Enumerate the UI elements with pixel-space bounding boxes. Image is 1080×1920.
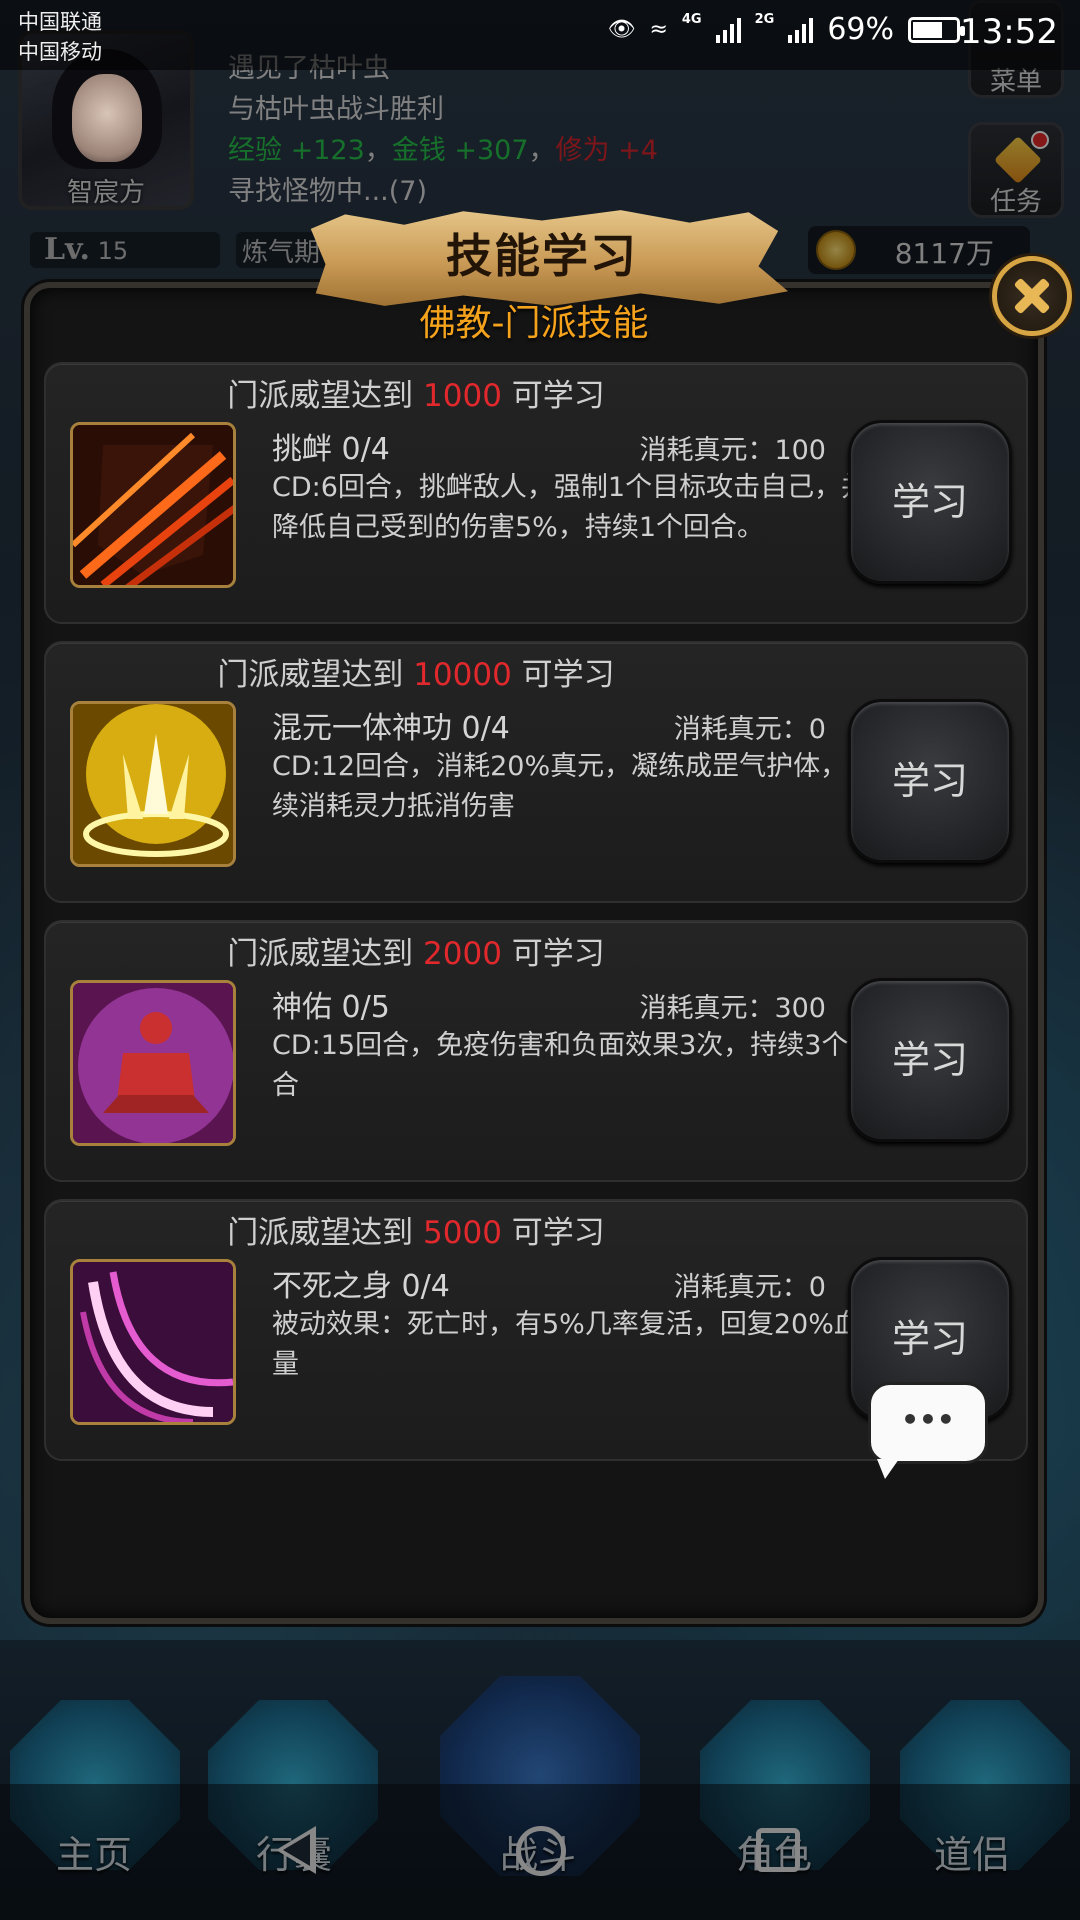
- battery-fill: [913, 21, 942, 38]
- skill-requirement: 门派威望达到 2000 可学习: [46, 928, 786, 973]
- skill-cost: 消耗真元：300: [639, 993, 826, 1024]
- golden-aura-icon: [70, 701, 236, 867]
- req-suffix: 可学习: [501, 378, 605, 414]
- req-prefix: 门派威望达到: [227, 378, 424, 414]
- carrier-1: 中国联通: [18, 10, 102, 34]
- req-value: 1000: [423, 378, 502, 414]
- network-2g: 2G: [754, 12, 775, 27]
- taunt-slash-icon: [70, 422, 236, 588]
- dialog-subtitle: 佛教-门派技能: [419, 303, 649, 344]
- wifi-icon: ≈: [649, 17, 668, 42]
- skill-name: 挑衅 0/4: [272, 432, 390, 467]
- status-icons: 👁 ≈ 4G 2G 69%: [607, 12, 965, 47]
- battery-icon: [908, 16, 965, 43]
- clock: 13:52: [960, 12, 1058, 52]
- carrier-2: 中国移动: [18, 40, 102, 64]
- meditating-monk-icon: [70, 980, 236, 1146]
- skill-description: 被动效果：死亡时，有5%几率复活，回复20%血量: [272, 1309, 861, 1380]
- skill-description: CD:12回合，消耗20%真元，凝练成罡气护体，持续消耗灵力抵消伤害: [272, 751, 875, 822]
- learn-button[interactable]: 学习: [848, 420, 1012, 584]
- req-value: 10000: [413, 657, 512, 693]
- skill-card: 门派威望达到 2000 可学习 神佑 0/5 消耗真元：300 CD:15回合，…: [44, 920, 1028, 1182]
- req-value: 2000: [423, 936, 502, 972]
- close-icon[interactable]: [992, 256, 1072, 336]
- skill-cost: 消耗真元：0: [673, 714, 826, 745]
- skill-cost: 消耗真元：0: [673, 1272, 826, 1303]
- status-bar: 中国联通 中国移动 👁 ≈ 4G 2G 69% 13:52: [0, 0, 1080, 70]
- battery-percent: 69%: [827, 12, 894, 47]
- skill-name: 神佑 0/5: [272, 990, 390, 1025]
- skill-card: 门派威望达到 10000 可学习 混元一体神功 0/4 消耗真元：0 CD:12…: [44, 641, 1028, 903]
- skill-name: 混元一体神功 0/4: [272, 711, 510, 746]
- skill-cost: 消耗真元：100: [639, 435, 826, 466]
- req-suffix: 可学习: [501, 936, 605, 972]
- req-prefix: 门派威望达到: [217, 657, 414, 693]
- skill-description: CD:15回合，免疫伤害和负面效果3次，持续3个回合: [272, 1030, 876, 1101]
- skill-description: CD:6回合，挑衅敌人，强制1个目标攻击自己，并降低自己受到的伤害5%，持续1个…: [272, 472, 869, 543]
- req-prefix: 门派威望达到: [227, 1215, 424, 1251]
- signal-1-icon: [715, 17, 741, 43]
- avatar-face: [72, 74, 142, 162]
- eye-icon: 👁: [607, 17, 636, 42]
- skill-requirement: 门派威望达到 1000 可学习: [46, 370, 786, 415]
- skill-requirement: 门派威望达到 5000 可学习: [46, 1207, 786, 1252]
- skill-requirement: 门派威望达到 10000 可学习: [46, 649, 786, 694]
- learn-button[interactable]: 学习: [848, 699, 1012, 863]
- req-suffix: 可学习: [511, 657, 615, 693]
- req-prefix: 门派威望达到: [227, 936, 424, 972]
- signal-2-icon: [788, 17, 814, 43]
- req-value: 5000: [423, 1215, 502, 1251]
- req-suffix: 可学习: [501, 1215, 605, 1251]
- pink-slash-icon: [70, 1259, 236, 1425]
- dialog-title: 技能学习: [446, 229, 638, 283]
- learn-button[interactable]: 学习: [848, 978, 1012, 1142]
- network-4g: 4G: [681, 12, 702, 27]
- skill-name: 不死之身 0/4: [272, 1269, 450, 1304]
- chat-bubble-icon[interactable]: •••: [868, 1382, 988, 1479]
- skill-card: 门派威望达到 1000 可学习 挑衅 0/4 消耗真元：100 CD:6回合，挑…: [44, 362, 1028, 624]
